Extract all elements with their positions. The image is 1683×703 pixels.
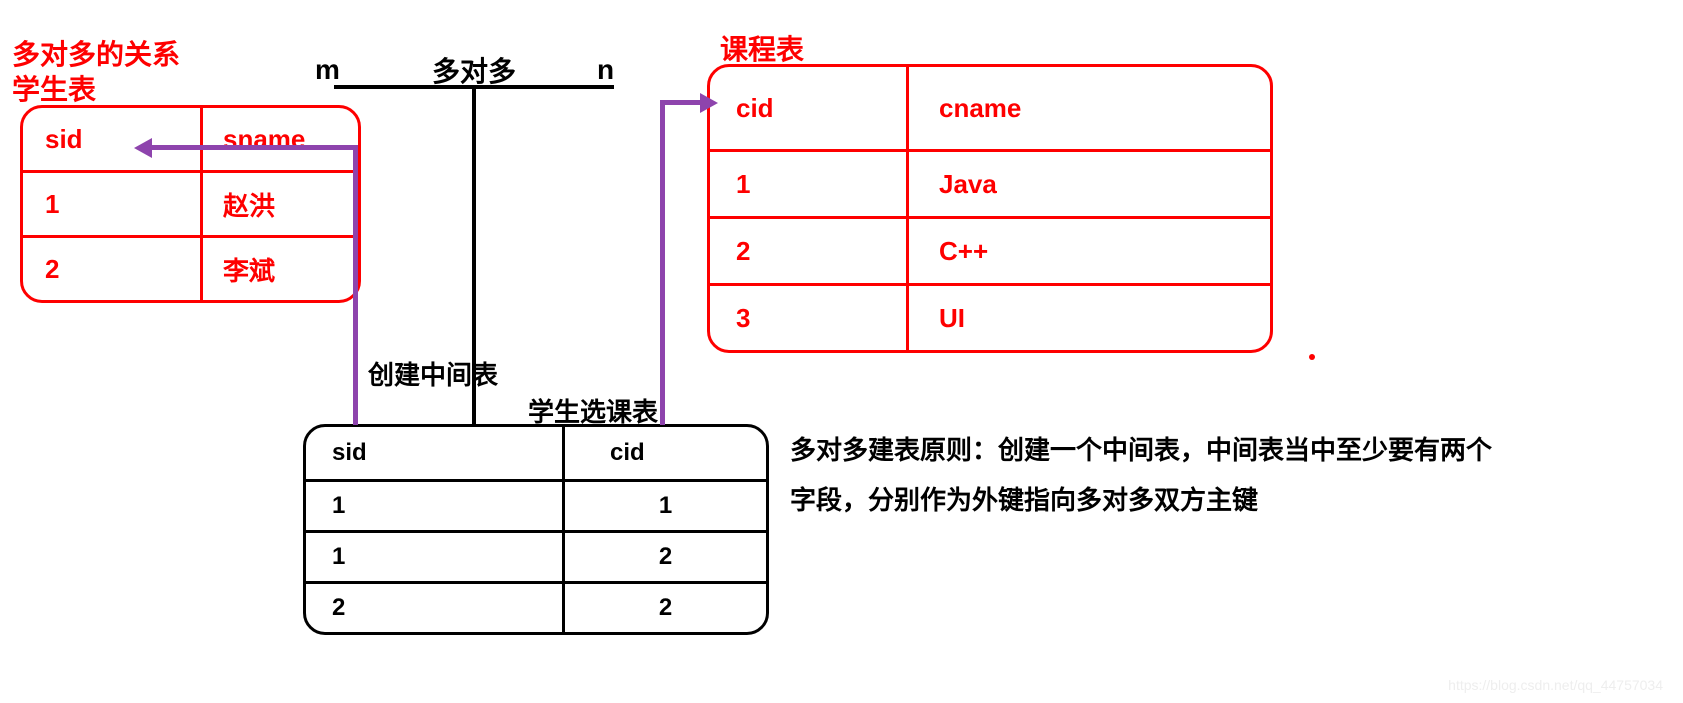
arrow-sid-horizontal [152,145,358,150]
table-header-row: cid cname [710,67,1270,149]
arrow-cid-vertical [660,100,665,425]
cell-cid: 3 [710,286,909,350]
col-sid-header: sid [306,427,565,479]
table-header-row: sid sname [23,108,358,170]
cell-cname: C++ [909,219,1270,283]
table-row: 1 1 [306,479,766,530]
arrow-sid-vertical [353,145,358,425]
cell-sname: 李斌 [203,238,358,300]
cell-cname: UI [909,286,1270,350]
cell-sname: 赵洪 [203,173,358,235]
student-table: sid sname 1 赵洪 2 李斌 [20,105,361,303]
table-row: 1 2 [306,530,766,581]
cell-cname: Java [909,152,1270,216]
watermark-text: https://blog.csdn.net/qq_44757034 [1448,677,1663,693]
table-row: 1 赵洪 [23,170,358,235]
col-cname-header: cname [909,67,1270,149]
relation-m-label: m [315,54,340,86]
create-junction-label: 创建中间表 [368,355,498,392]
table-row: 3 UI [710,283,1270,350]
cell-sid: 1 [306,482,565,530]
table-row: 2 C++ [710,216,1270,283]
cell-cid: 2 [565,533,766,581]
cell-sid: 1 [23,173,203,235]
stray-dot-icon [1309,354,1315,360]
principle-text: 多对多建表原则：创建一个中间表，中间表当中至少要有两个 字段，分别作为外键指向多… [790,425,1492,525]
arrow-sid-head-icon [134,138,152,158]
relation-center-label: 多对多 [432,50,516,90]
col-cid-header: cid [565,427,766,479]
table-row: 1 Java [710,149,1270,216]
relation-n-label: n [597,54,614,86]
cell-cid: 2 [710,219,909,283]
course-table-title: 课程表 [720,28,804,68]
arrow-cid-horizontal [660,100,702,105]
title-relationship: 多对多的关系 [12,33,180,73]
arrow-cid-head-icon [700,93,718,113]
cell-sid: 2 [306,584,565,632]
course-table: cid cname 1 Java 2 C++ 3 UI [707,64,1273,353]
junction-table: sid cid 1 1 1 2 2 2 [303,424,769,635]
cell-cid: 1 [565,482,766,530]
table-row: 2 2 [306,581,766,632]
col-sid-header: sid [23,108,203,170]
cell-sid: 1 [306,533,565,581]
cell-cid: 1 [710,152,909,216]
cell-sid: 2 [23,238,203,300]
col-sname-header: sname [203,108,358,170]
col-cid-header: cid [710,67,909,149]
student-table-title: 学生表 [12,68,96,108]
table-header-row: sid cid [306,427,766,479]
cell-cid: 2 [565,584,766,632]
table-row: 2 李斌 [23,235,358,300]
